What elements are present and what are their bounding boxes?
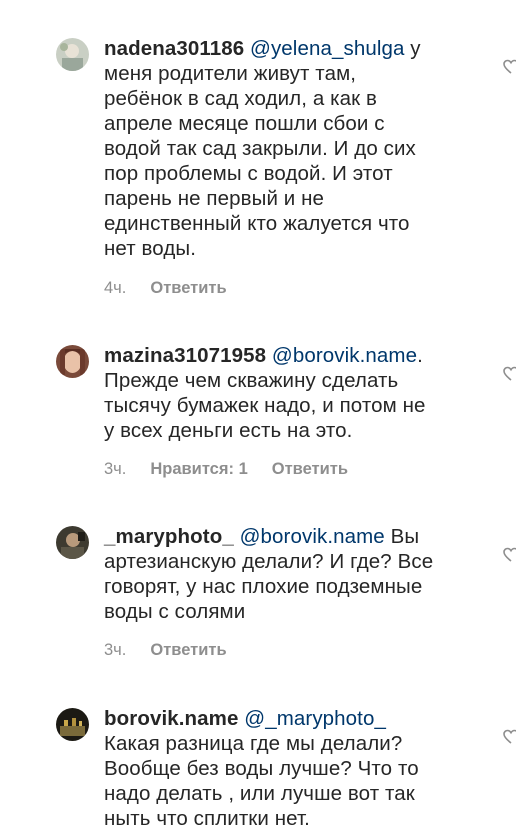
comment-line: говорят, у нас плохие подземные — [104, 575, 423, 598]
comment-line: меня родители живут там, — [104, 62, 357, 85]
comment-username[interactable]: borovik.name — [104, 707, 239, 730]
comment-line: единственный кто жалуется что — [104, 212, 410, 235]
comment-line: ребёнок в сад ходил, а как в — [104, 87, 378, 110]
comment-line: парень не первый и не — [104, 187, 325, 210]
comment-line: Какая разница где мы делали? — [104, 732, 403, 755]
comment-line: пор проблемы с водой. И этот — [104, 162, 393, 185]
comment-text: nadena301186 @yelena_shulga у меня родит… — [104, 36, 474, 261]
comment-first-line: nadena301186 @yelena_shulga у — [104, 36, 474, 61]
comment-time: 3ч. — [104, 460, 127, 478]
comment-meta: 4ч. Ответить — [104, 279, 227, 298]
avatar[interactable] — [56, 345, 89, 378]
heart-outline-icon[interactable] — [503, 59, 516, 75]
comment-first-line: mazina31071958 @borovik.name. — [104, 343, 474, 368]
comment-username[interactable]: _maryphoto_ — [104, 525, 234, 548]
avatar[interactable] — [56, 708, 89, 741]
reply-button[interactable]: Ответить — [150, 279, 226, 298]
comment-mention[interactable]: @_maryphoto_ — [244, 707, 386, 730]
comment-time: 3ч. — [104, 641, 127, 659]
comment-username[interactable]: mazina31071958 — [104, 344, 266, 367]
comment-meta: 3ч. Ответить — [104, 641, 227, 660]
heart-outline-icon[interactable] — [503, 366, 516, 382]
avatar[interactable] — [56, 526, 89, 559]
comment-line: ныть что сплитки нет. — [104, 807, 310, 830]
reply-button[interactable]: Ответить — [150, 641, 226, 660]
comment-mention[interactable]: @borovik.name — [240, 525, 385, 548]
comment-text: mazina31071958 @borovik.name. Прежде чем… — [104, 343, 474, 443]
heart-outline-icon[interactable] — [503, 547, 516, 563]
comment-line: Вообще без воды лучше? Что то — [104, 757, 419, 780]
comment-username[interactable]: nadena301186 — [104, 37, 244, 60]
comment-line: тысячу бумажек надо, и потом не — [104, 394, 426, 417]
comment-text: _maryphoto_ @borovik.name Вы артезианску… — [104, 524, 474, 624]
likes-count[interactable]: Нравится: 1 — [150, 460, 247, 479]
comment-line: Вы — [390, 525, 420, 548]
comment-line: нет воды. — [104, 237, 197, 260]
comment-line: у — [410, 37, 421, 60]
comment-first-line: _maryphoto_ @borovik.name Вы — [104, 524, 474, 549]
reply-button[interactable]: Ответить — [272, 460, 348, 479]
heart-outline-icon[interactable] — [503, 729, 516, 745]
comment-mention[interactable]: @borovik.name — [272, 344, 417, 367]
comment-first-line: borovik.name @_maryphoto_ — [104, 706, 474, 731]
comment-line: . — [417, 344, 423, 367]
comment-line: водой так сад закрыли. И до сих — [104, 137, 416, 160]
comment-line: надо делать , или лучше вот так — [104, 782, 415, 805]
comment-line: артезианскую делали? И где? Все — [104, 550, 434, 573]
comment-line: воды с солями — [104, 600, 246, 623]
comment-line: апреле месяце пошли сбои с — [104, 112, 385, 135]
comment-mention[interactable]: @yelena_shulga — [250, 37, 404, 60]
avatar[interactable] — [56, 38, 89, 71]
comment-line: Прежде чем скважину сделать — [104, 369, 399, 392]
comment-meta: 3ч. Нравится: 1 Ответить — [104, 460, 348, 479]
comment-line: у всех деньги есть на это. — [104, 419, 353, 442]
comment-text: borovik.name @_maryphoto_ Какая разница … — [104, 706, 474, 831]
comment-time: 4ч. — [104, 279, 127, 297]
